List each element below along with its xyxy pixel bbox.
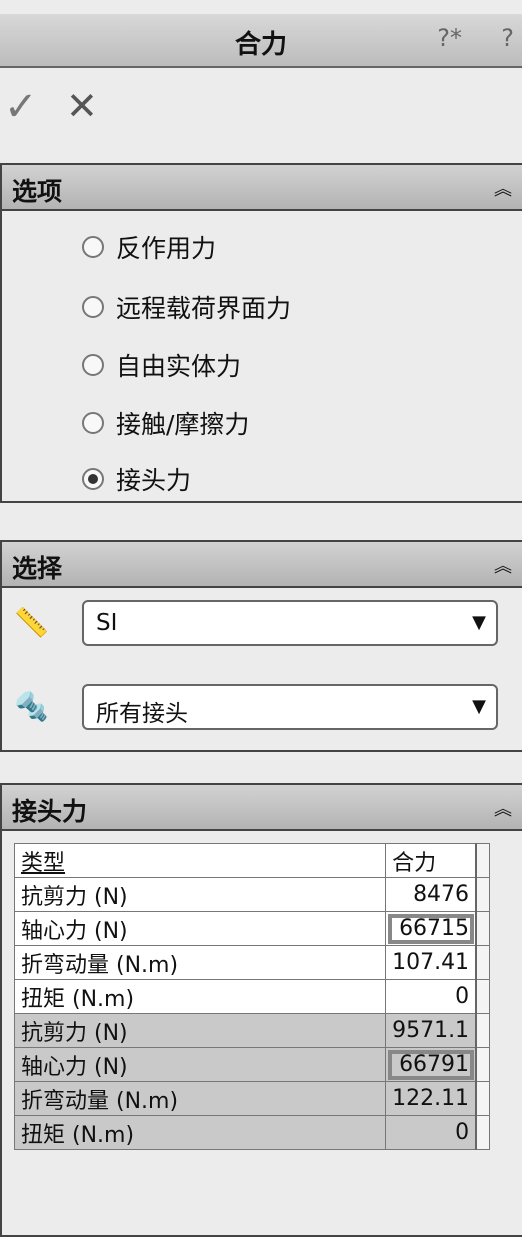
property-manager: 合力 ?* ? ✓ ✕ 选项 ︽ 反作用力 远程载荷界面力 自由实体力 接触/摩… [0, 0, 522, 1237]
column-header-type[interactable]: 类型 [13, 843, 387, 878]
collapse-icon[interactable]: ︽ [494, 175, 512, 201]
action-buttons: ✓ ✕ [0, 84, 140, 134]
title-bar: 合力 ?* ? [0, 14, 522, 68]
table-row[interactable]: 抗剪力 (N) 8476 [13, 877, 491, 912]
collapse-icon[interactable]: ︽ [494, 795, 512, 821]
row-value: 8476 [385, 877, 477, 912]
row-value: 122.11 [385, 1081, 477, 1116]
selection-group: 选择 ︽ 📏 SI ▼ 🔩 所有接头 ▼ [0, 540, 522, 752]
radio-label: 反作用力 [116, 234, 217, 263]
whats-wrong-help-icon[interactable]: ?* [437, 24, 462, 52]
table-row[interactable]: 轴心力 (N) 66715 [13, 911, 491, 946]
table-row[interactable]: 扭矩 (N.m) 0 [13, 1115, 491, 1150]
table-row[interactable]: 折弯动量 (N.m) 122.11 [13, 1081, 491, 1116]
table-row[interactable]: 折弯动量 (N.m) 107.41 [13, 945, 491, 980]
row-type: 轴心力 (N) [13, 1047, 387, 1082]
radio-contact-friction-force[interactable]: 接触/摩擦力 [82, 405, 249, 441]
row-type: 折弯动量 (N.m) [13, 1081, 387, 1116]
ruler-icon: 📏 [14, 606, 49, 639]
chevron-down-icon[interactable]: ▼ [472, 612, 486, 633]
radio-remote-load-interface-force[interactable]: 远程载荷界面力 [82, 289, 291, 325]
radio-button-icon[interactable] [82, 296, 104, 318]
row-value: 9571.1 [385, 1013, 477, 1048]
radio-free-body-force[interactable]: 自由实体力 [82, 347, 241, 383]
help-icon[interactable]: ? [501, 24, 514, 52]
scrollbar-track[interactable] [475, 1081, 491, 1116]
radio-button-icon[interactable] [82, 236, 104, 258]
table-row[interactable]: 轴心力 (N) 66791 [13, 1047, 491, 1082]
options-group-title: 选项 [12, 177, 63, 206]
units-dropdown[interactable]: SI ▼ [82, 600, 498, 646]
selection-group-title: 选择 [12, 554, 63, 583]
scrollbar-track[interactable] [475, 1115, 491, 1150]
row-value: 0 [385, 979, 477, 1014]
radio-label: 接头力 [116, 466, 192, 495]
scrollbar-track[interactable] [475, 877, 491, 912]
row-type: 扭矩 (N.m) [13, 979, 387, 1014]
radio-button-selected-icon[interactable] [82, 468, 104, 490]
connectors-value: 所有接头 [96, 701, 188, 727]
radio-button-icon[interactable] [82, 354, 104, 376]
bolt-icon: 🔩 [14, 690, 49, 723]
row-type: 扭矩 (N.m) [13, 1115, 387, 1150]
table-row[interactable]: 抗剪力 (N) 9571.1 [13, 1013, 491, 1048]
row-type: 轴心力 (N) [13, 911, 387, 946]
scrollbar-track[interactable] [475, 1047, 491, 1082]
cancel-button[interactable]: ✕ [66, 84, 98, 128]
table-row[interactable]: 扭矩 (N.m) 0 [13, 979, 491, 1014]
options-group: 选项 ︽ 反作用力 远程载荷界面力 自由实体力 接触/摩擦力 接头力 [0, 163, 522, 503]
ok-button[interactable]: ✓ [4, 84, 38, 130]
row-type: 抗剪力 (N) [13, 1013, 387, 1048]
options-group-header[interactable]: 选项 ︽ [2, 165, 522, 211]
radio-label: 自由实体力 [116, 352, 242, 381]
column-header-resultant[interactable]: 合力 [385, 843, 477, 878]
joint-forces-group-header[interactable]: 接头力 ︽ [2, 785, 522, 831]
radio-button-icon[interactable] [82, 412, 104, 434]
row-type: 折弯动量 (N.m) [13, 945, 387, 980]
collapse-icon[interactable]: ︽ [494, 552, 512, 578]
row-value: 0 [385, 1115, 477, 1150]
radio-label: 远程载荷界面力 [116, 294, 292, 323]
chevron-down-icon[interactable]: ▼ [472, 696, 486, 717]
radio-label: 接触/摩擦力 [116, 410, 250, 439]
scrollbar-track[interactable] [475, 945, 491, 980]
radio-connector-force[interactable]: 接头力 [82, 461, 191, 497]
connectors-dropdown[interactable]: 所有接头 ▼ [82, 684, 498, 730]
scrollbar-track[interactable] [475, 843, 491, 878]
table-header-row: 类型 合力 [13, 843, 491, 878]
scrollbar-track[interactable] [475, 1013, 491, 1048]
selection-group-header[interactable]: 选择 ︽ [2, 542, 522, 588]
row-value-highlighted: 66715 [385, 911, 477, 946]
joint-forces-table: 类型 合力 抗剪力 (N) 8476 轴心力 (N) 66715 折弯动量 (N… [13, 843, 491, 1150]
joint-forces-group-title: 接头力 [12, 797, 88, 826]
units-value: SI [96, 610, 118, 636]
scrollbar-track[interactable] [475, 979, 491, 1014]
radio-reaction-force[interactable]: 反作用力 [82, 229, 216, 265]
row-type: 抗剪力 (N) [13, 877, 387, 912]
row-value-highlighted: 66791 [385, 1047, 477, 1082]
joint-forces-group: 接头力 ︽ 类型 合力 抗剪力 (N) 8476 轴心力 (N) 66715 折… [0, 783, 522, 1237]
row-value: 107.41 [385, 945, 477, 980]
scrollbar-track[interactable] [475, 911, 491, 946]
